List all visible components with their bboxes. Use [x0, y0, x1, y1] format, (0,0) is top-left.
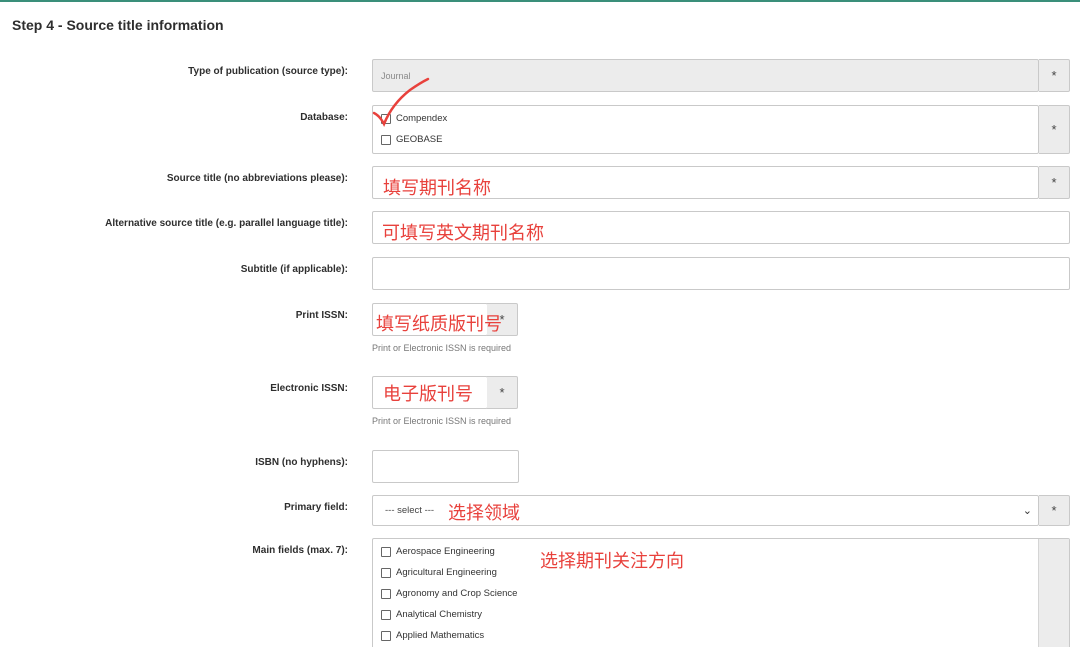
checkbox[interactable] — [381, 588, 391, 599]
annotation-print-issn: 填写纸质版刊号 — [376, 314, 502, 335]
main-field-option[interactable]: Analytical Chemistry — [381, 609, 482, 620]
main-field-option[interactable]: Agricultural Engineering — [381, 567, 497, 578]
checkbox[interactable] — [381, 630, 391, 641]
required-asterisk-icon: * — [1039, 495, 1070, 526]
required-asterisk-icon: * — [1039, 166, 1070, 199]
checkbox[interactable] — [381, 546, 391, 557]
database-option-geobase[interactable]: GEOBASE — [381, 134, 442, 145]
subtitle-input[interactable] — [372, 257, 1070, 290]
main-fields-checkbox-list: Aerospace Engineering Agricultural Engin… — [372, 538, 1070, 647]
alternative-source-title-label: Alternative source title (e.g. parallel … — [105, 218, 348, 229]
step-title: Step 4 - Source title information — [12, 17, 224, 33]
print-issn-label: Print ISSN: — [295, 310, 348, 321]
primary-field-selected-value: --- select --- — [385, 505, 435, 516]
isbn-input[interactable] — [372, 450, 519, 483]
required-asterisk-icon: * — [1039, 105, 1070, 154]
main-fields-scrollbar[interactable] — [1038, 539, 1069, 647]
main-fields-label: Main fields (max. 7): — [252, 545, 348, 556]
type-of-publication-label: Type of publication (source type): — [188, 66, 348, 77]
chevron-down-icon[interactable]: ⌄ — [1023, 496, 1032, 525]
isbn-label: ISBN (no hyphens): — [255, 457, 348, 468]
checkbox[interactable] — [381, 134, 391, 145]
annotation-alternative-source-title: 可填写英文期刊名称 — [382, 223, 544, 244]
required-asterisk-icon: * — [487, 376, 518, 409]
top-accent-line — [0, 0, 1080, 2]
subtitle-label: Subtitle (if applicable): — [240, 264, 348, 275]
type-of-publication-field: Journal — [372, 59, 1039, 92]
required-asterisk-icon: * — [1039, 59, 1070, 92]
electronic-issn-help-text: Print or Electronic ISSN is required — [372, 416, 512, 426]
red-checkmark-annotation-icon — [372, 77, 430, 128]
main-field-option[interactable]: Agronomy and Crop Science — [381, 588, 517, 599]
checkbox[interactable] — [381, 609, 391, 620]
annotation-electronic-issn: 电子版刊号 — [383, 384, 473, 405]
electronic-issn-label: Electronic ISSN: — [270, 383, 348, 394]
annotation-main-fields: 选择期刊关注方向 — [540, 551, 684, 572]
print-issn-help-text: Print or Electronic ISSN is required — [372, 343, 512, 353]
checkbox[interactable] — [381, 567, 391, 578]
source-title-label: Source title (no abbreviations please): — [166, 173, 348, 184]
database-label: Database: — [300, 112, 348, 123]
annotation-source-title: 填写期刊名称 — [383, 178, 491, 199]
main-field-option[interactable]: Aerospace Engineering — [381, 546, 495, 557]
main-field-option[interactable]: Applied Mathematics — [381, 630, 484, 641]
annotation-primary-field: 选择领域 — [448, 503, 520, 524]
primary-field-label: Primary field: — [284, 502, 348, 513]
database-checkbox-group: Compendex GEOBASE — [372, 105, 1039, 154]
